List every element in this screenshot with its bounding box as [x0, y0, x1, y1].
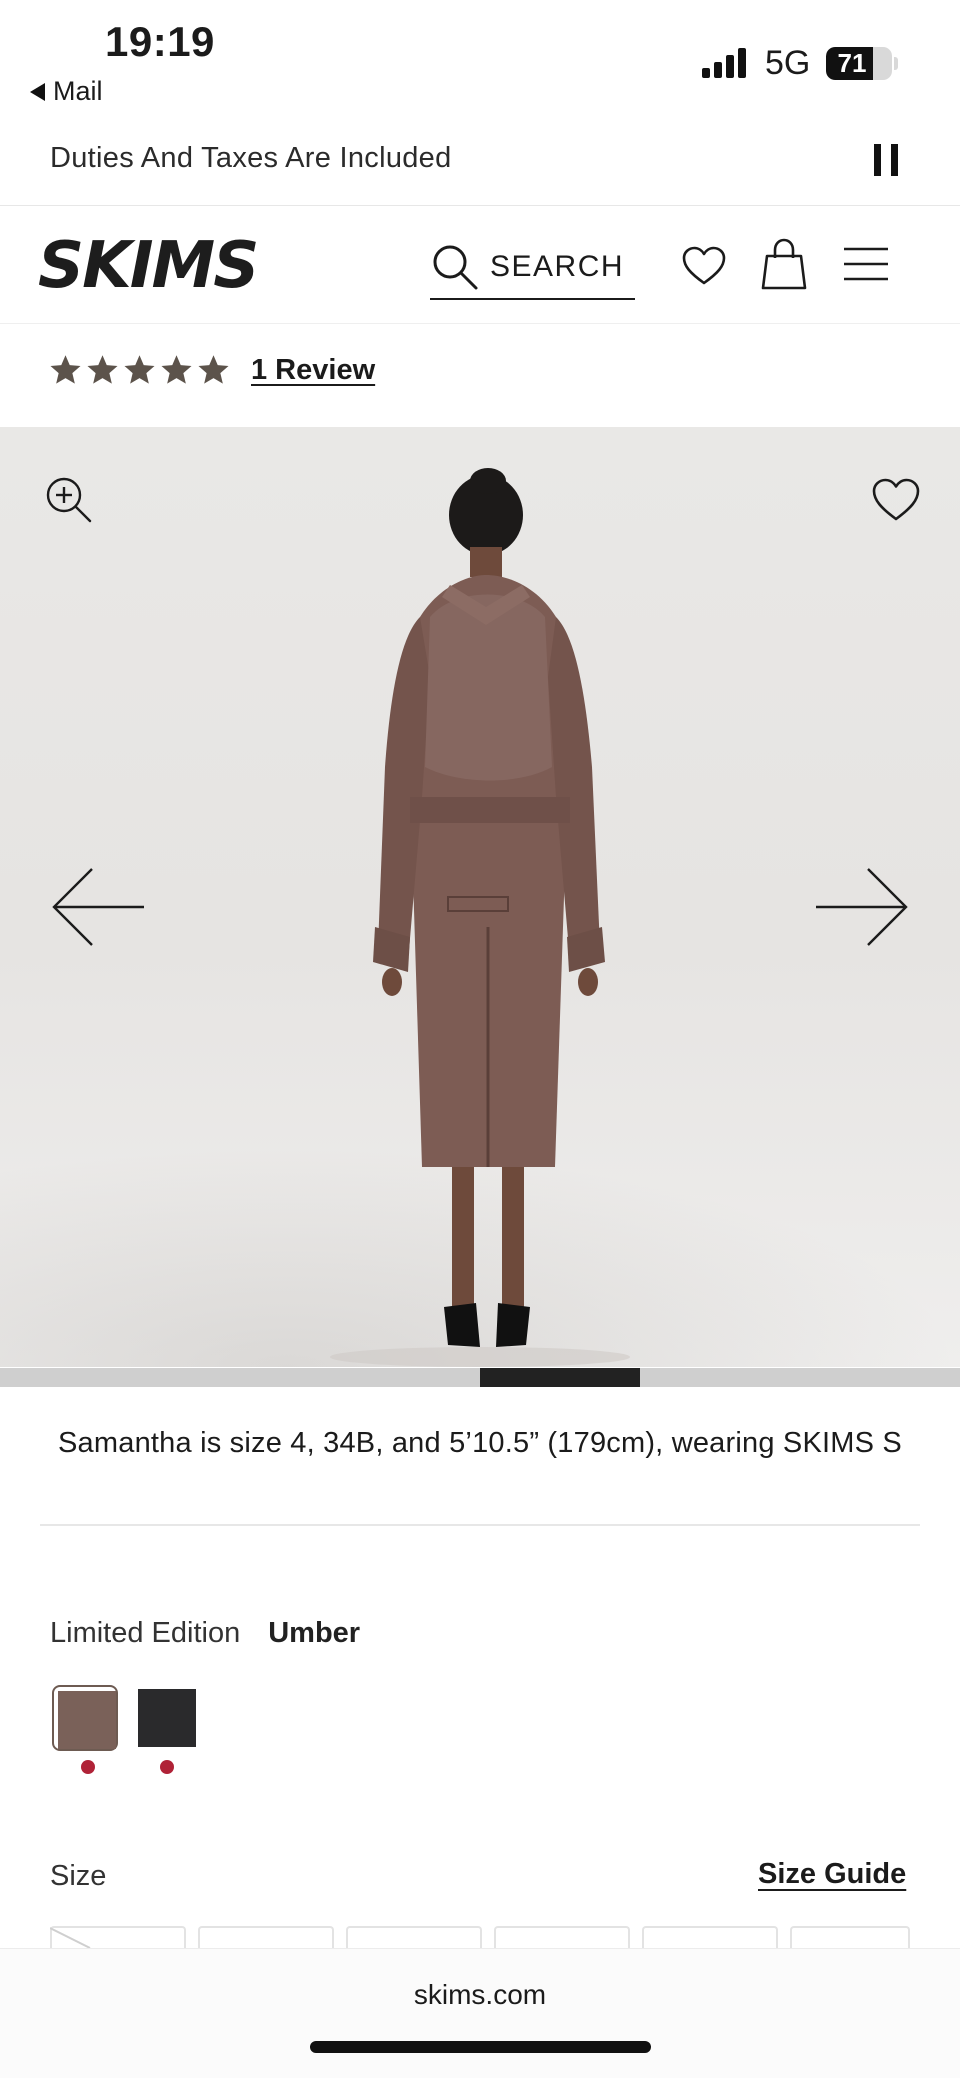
- status-time: 19:19: [105, 18, 215, 65]
- limited-stock-dot: [160, 1760, 174, 1774]
- next-image-arrow-icon[interactable]: [814, 867, 910, 947]
- gallery-progress-indicator: [480, 1368, 641, 1387]
- model-size-caption: Samantha is size 4, 34B, and 5’10.5” (17…: [58, 1427, 902, 1459]
- previous-image-arrow-icon[interactable]: [50, 867, 146, 947]
- zoom-in-icon[interactable]: [44, 475, 94, 525]
- swatch-fill: [58, 1691, 116, 1749]
- announcement-pause-button[interactable]: [872, 144, 902, 178]
- site-header: SKIMS SEARCH: [0, 206, 960, 324]
- back-triangle-icon: [30, 82, 45, 101]
- skims-logo[interactable]: SKIMS: [38, 234, 259, 298]
- browser-address-bar[interactable]: skims.com: [0, 1948, 960, 2078]
- star-icon: [161, 354, 192, 384]
- image-wishlist-heart-icon[interactable]: [870, 475, 922, 523]
- status-bar: 19:19 Mail 5G 71: [0, 0, 960, 120]
- limited-stock-dot: [81, 1760, 95, 1774]
- reviews-link[interactable]: 1 Review: [251, 354, 375, 387]
- size-label: Size: [50, 1860, 107, 1892]
- gallery-progress-bar[interactable]: [0, 1368, 960, 1387]
- star-rating: [48, 353, 231, 388]
- color-swatch-umber[interactable]: [52, 1685, 118, 1751]
- star-icon: [198, 354, 229, 384]
- size-guide-link[interactable]: Size Guide: [758, 1858, 906, 1891]
- star-icon: [50, 354, 81, 384]
- pause-icon: [874, 144, 881, 176]
- color-selector-header: Limited Edition Umber: [50, 1617, 360, 1650]
- search-icon: [433, 245, 478, 290]
- battery-percent: 71: [837, 48, 867, 78]
- swatch-fill: [138, 1689, 196, 1747]
- product-photo-trench-coat: [330, 468, 630, 1367]
- back-mail-label: Mail: [53, 76, 103, 106]
- announcement-bar: Duties And Taxes Are Included: [0, 120, 960, 206]
- product-image-gallery[interactable]: [0, 427, 960, 1367]
- search-label: SEARCH: [490, 250, 625, 283]
- selected-color-name: Umber: [268, 1617, 361, 1649]
- star-icon: [87, 354, 118, 384]
- search-button[interactable]: SEARCH: [430, 236, 635, 300]
- color-swatch-onyx[interactable]: [134, 1685, 200, 1751]
- battery-nub: [894, 57, 898, 70]
- battery-icon: 71: [826, 47, 892, 80]
- url-text: skims.com: [413, 1979, 547, 2010]
- back-to-mail-button[interactable]: Mail: [30, 76, 103, 107]
- pause-icon-bar: [891, 144, 898, 176]
- home-indicator[interactable]: [310, 2041, 651, 2053]
- cellular-signal-icon: [702, 48, 746, 78]
- shopping-bag-icon[interactable]: [760, 236, 808, 292]
- divider: [40, 1524, 920, 1526]
- star-icon: [124, 354, 155, 384]
- announcement-text: Duties And Taxes Are Included: [50, 142, 452, 174]
- color-label: Limited Edition: [50, 1617, 241, 1649]
- product-rating: 1 Review: [48, 348, 375, 392]
- hamburger-menu-icon[interactable]: [842, 244, 890, 284]
- network-type: 5G: [765, 44, 811, 82]
- wishlist-heart-icon[interactable]: [680, 242, 728, 290]
